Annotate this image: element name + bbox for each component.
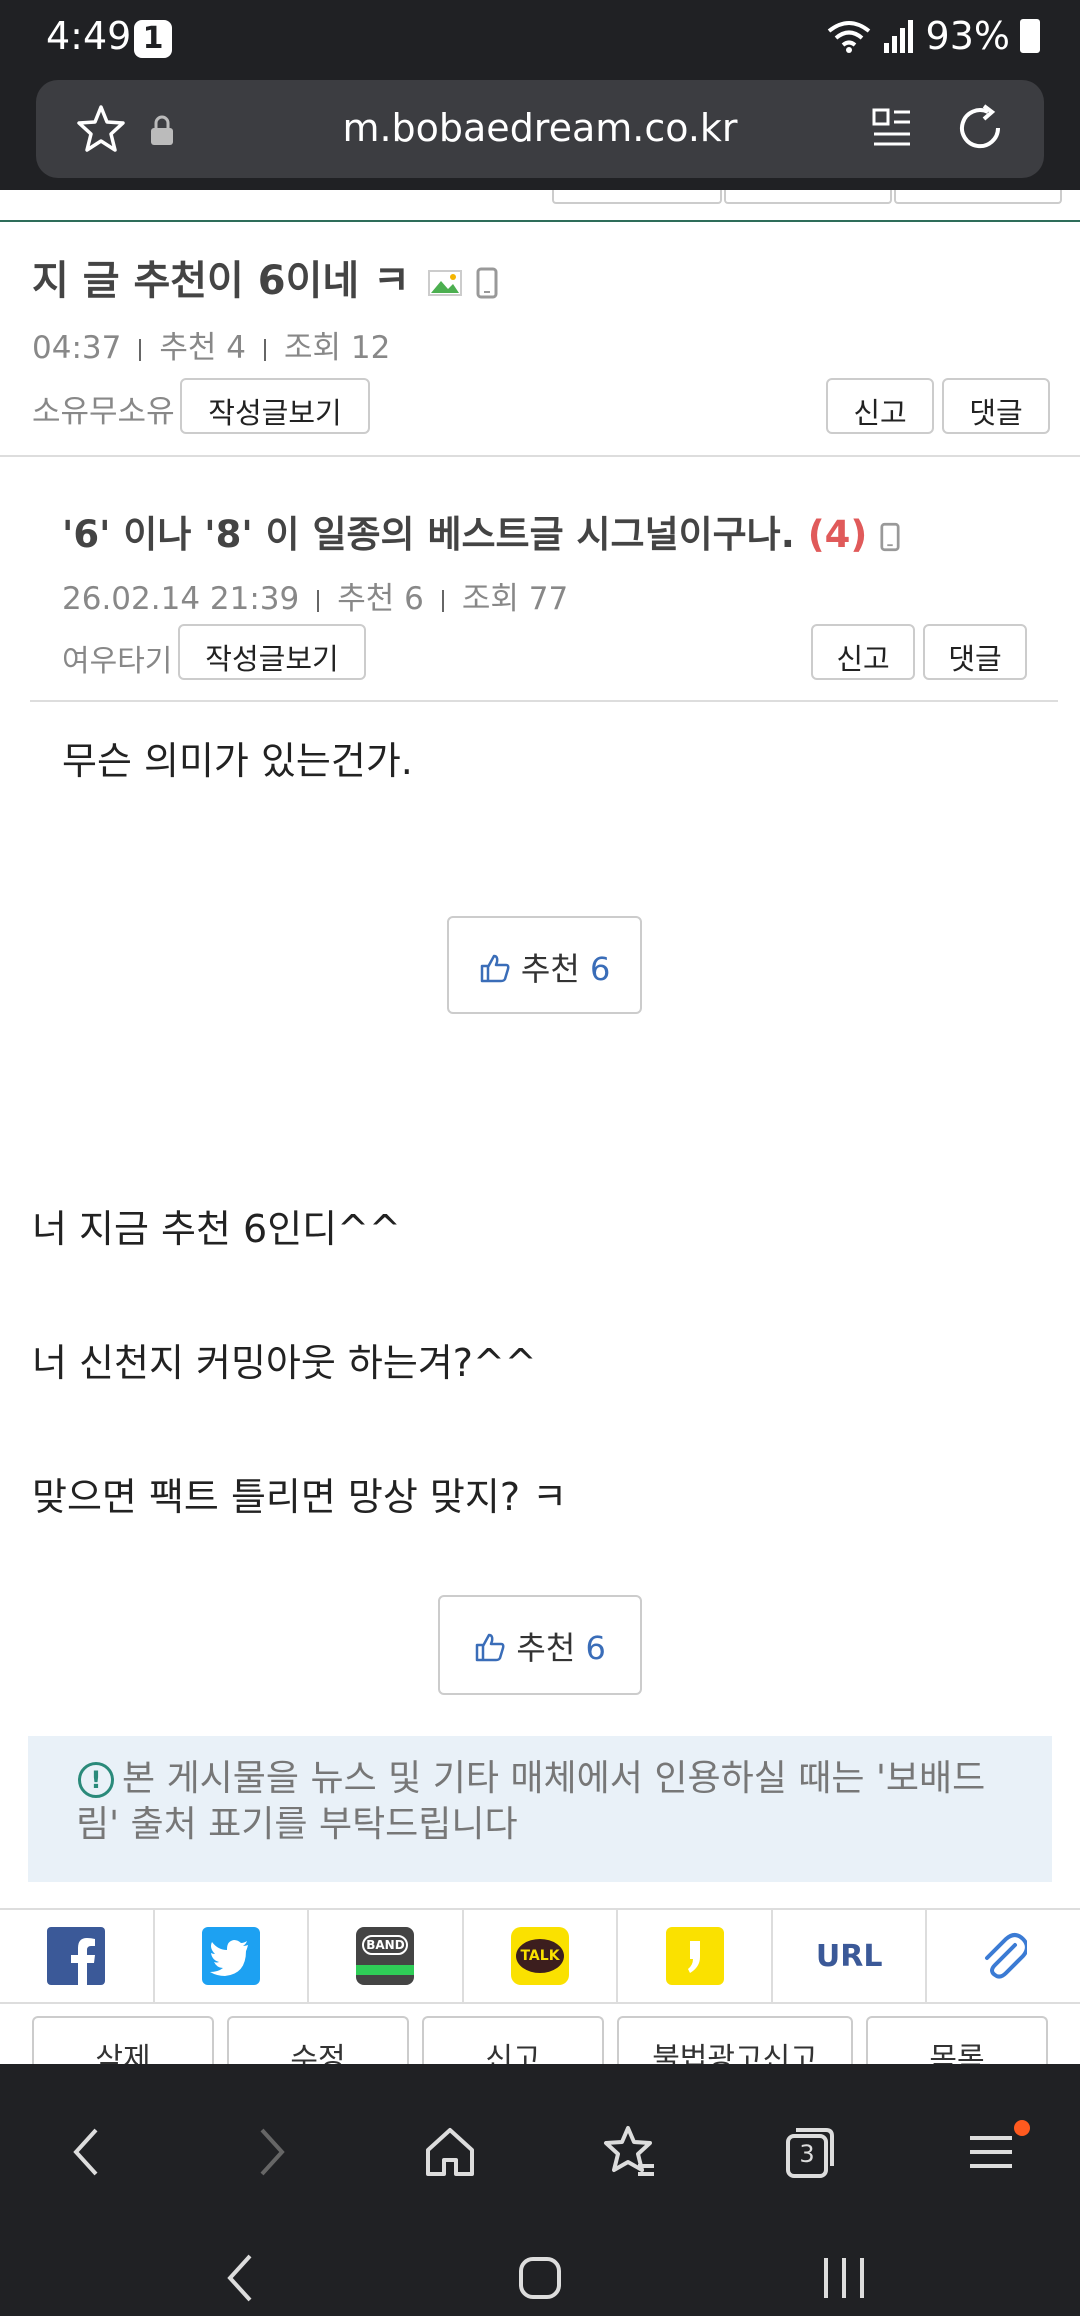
mobile-icon	[476, 267, 498, 299]
recent-apps-icon[interactable]	[820, 2252, 868, 2304]
paperclip-icon	[984, 1933, 1027, 1979]
url-share-label: URL	[815, 1938, 883, 1974]
recommend-count: 6	[585, 1629, 606, 1667]
body-line: 너 신천지 커밍아웃 하는겨?^^	[32, 1341, 537, 1385]
quoted-recommend-button[interactable]: 추천 6	[447, 916, 642, 1014]
report-spam-button[interactable]: 불법광고신고	[617, 2016, 853, 2066]
system-back-icon[interactable]	[222, 2252, 258, 2304]
quoted-post-recommend: 추천 6	[337, 581, 424, 617]
citation-notice: ! 본 게시물을 뉴스 및 기타 매체에서 인용하실 때는 '보배드 림' 출처 …	[28, 1736, 1052, 1882]
tab-strip	[0, 190, 1080, 222]
share-bar: BAND TALK URL	[0, 1908, 1080, 2004]
post-author[interactable]: 소유무소유	[32, 386, 175, 431]
band-icon: BAND	[356, 1927, 415, 1985]
tab-count: 3	[799, 2140, 815, 2168]
tab-remnant[interactable]	[552, 190, 722, 204]
kakaostory-icon	[665, 1927, 724, 1985]
share-band[interactable]: BAND	[309, 1910, 464, 2002]
report-post-button[interactable]: 신고	[422, 2016, 604, 2066]
refresh-icon[interactable]	[954, 102, 1006, 154]
quoted-post-title[interactable]: '6' 이나 '8' 이 일종의 베스트글 시그널이구나.	[62, 513, 795, 556]
post-recommend: 추천 4	[159, 330, 246, 366]
post-title-row: 지 글 추천이 6이네 ㅋ	[32, 248, 498, 306]
list-button[interactable]: 목록	[866, 2016, 1048, 2066]
quoted-post-author[interactable]: 여우타기	[62, 636, 172, 680]
bookmarks-icon[interactable]	[602, 2124, 658, 2180]
section-divider	[0, 455, 1080, 457]
quoted-recommend-count: 6	[589, 950, 611, 988]
delete-button[interactable]: 삭제	[32, 2016, 214, 2066]
share-clip[interactable]	[927, 1910, 1080, 2002]
share-kakaostory[interactable]	[618, 1910, 773, 2002]
menu-button[interactable]	[966, 2120, 1030, 2180]
quoted-reply-button[interactable]: 댓글	[923, 624, 1027, 680]
menu-icon	[970, 2136, 1012, 2168]
quoted-report-button[interactable]: 신고	[811, 624, 915, 680]
system-home-icon[interactable]	[518, 2252, 562, 2304]
view-author-posts-button[interactable]: 작성글보기	[180, 378, 370, 434]
share-url[interactable]: URL	[773, 1910, 928, 2002]
quoted-post-views: 조회 77	[461, 581, 569, 617]
notice-line-1: ! 본 게시물을 뉴스 및 기타 매체에서 인용하실 때는 '보배드	[78, 1756, 1012, 1802]
quoted-divider	[30, 700, 1058, 702]
comment-count: (4)	[807, 513, 868, 556]
quoted-recommend-label: 추천	[520, 950, 580, 988]
back-icon[interactable]	[66, 2124, 106, 2180]
image-attachment-icon	[427, 270, 462, 296]
tab-remnant[interactable]	[724, 190, 892, 204]
edit-button[interactable]: 수정	[227, 2016, 409, 2066]
browser-toolbar: m.bobaedream.co.kr	[0, 78, 1080, 190]
post-title: 지 글 추천이 6이네 ㅋ	[32, 258, 410, 304]
action-buttons: 삭제 수정 신고 불법광고신고 목록	[0, 2016, 1080, 2066]
status-bar: 4:49 1 93%	[0, 0, 1080, 78]
quoted-post-title-row: '6' 이나 '8' 이 일종의 베스트글 시그널이구나. (4)	[62, 504, 900, 558]
address-bar[interactable]: m.bobaedream.co.kr	[36, 80, 1044, 178]
recommend-label: 추천	[516, 1629, 576, 1667]
notice-line-2: 림' 출처 표기를 부탁드립니다	[76, 1804, 518, 1845]
share-facebook[interactable]	[0, 1910, 155, 2002]
thumbs-up-icon	[475, 1633, 505, 1662]
body-line: 맞으면 팩트 틀리면 망상 맞지? ㅋ	[32, 1475, 568, 1519]
navigation-bar: 3	[0, 2064, 1080, 2316]
battery-icon	[1020, 19, 1040, 53]
mobile-icon	[880, 522, 900, 551]
post-time: 04:37	[32, 330, 122, 366]
share-kakaotalk[interactable]: TALK	[464, 1910, 619, 2002]
quoted-post-date: 26.02.14 21:39	[62, 581, 300, 617]
quoted-view-author-posts-button[interactable]: 작성글보기	[178, 624, 366, 680]
quoted-post-body: 무슨 의미가 있는건가.	[62, 739, 413, 783]
exclamation-icon: !	[78, 1762, 114, 1798]
battery-percent: 93%	[925, 14, 1010, 58]
wifi-icon	[827, 21, 870, 53]
reader-mode-icon[interactable]	[872, 106, 912, 150]
notification-badge: 1	[134, 20, 172, 58]
status-time: 4:49	[46, 14, 132, 58]
report-button[interactable]: 신고	[826, 378, 934, 434]
twitter-icon	[201, 1927, 260, 1985]
reply-button[interactable]: 댓글	[942, 378, 1050, 434]
facebook-icon	[47, 1927, 106, 1985]
menu-notification-dot	[1014, 2120, 1030, 2136]
post-views: 조회 12	[283, 330, 391, 366]
forward-icon[interactable]	[252, 2124, 292, 2180]
body-line: 너 지금 추천 6인디^^	[32, 1207, 401, 1251]
tabs-button[interactable]: 3	[784, 2124, 836, 2180]
kakaotalk-icon: TALK	[511, 1927, 570, 1985]
signal-icon	[883, 20, 913, 53]
tab-remnant[interactable]	[894, 190, 1062, 204]
recommend-button[interactable]: 추천 6	[438, 1595, 642, 1695]
quoted-post-meta: 26.02.14 21:39 추천 6 조회 77	[62, 573, 568, 618]
home-icon[interactable]	[424, 2124, 476, 2180]
share-twitter[interactable]	[155, 1910, 310, 2002]
thumbs-up-icon	[480, 954, 510, 983]
post-meta: 04:37 추천 4 조회 12	[32, 322, 390, 367]
